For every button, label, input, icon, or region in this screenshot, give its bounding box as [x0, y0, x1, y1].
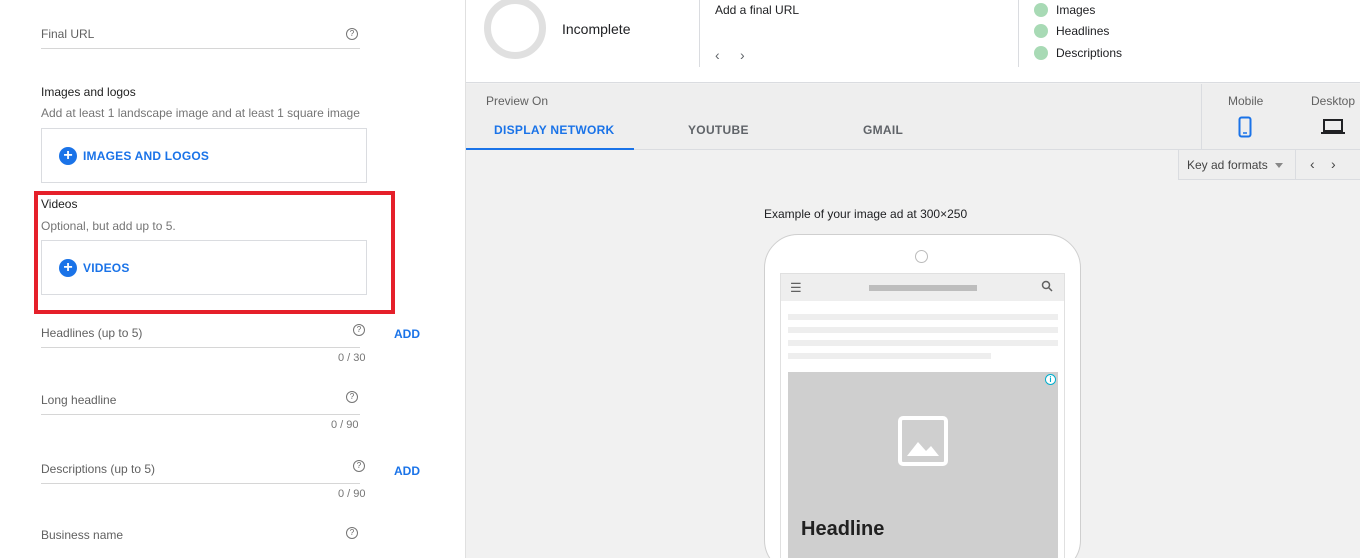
images-section-subtitle: Add at least 1 landscape image and at le…	[41, 106, 360, 120]
desktop-icon[interactable]	[1321, 119, 1345, 135]
headlines-field[interactable]: Headlines (up to 5) ?	[41, 324, 365, 348]
ad-form-panel: Final URL ? Images and logos Add at leas…	[0, 0, 466, 558]
preview-on-label: Preview On	[486, 94, 549, 108]
final-url-label: Final URL	[41, 27, 95, 41]
device-desktop-label: Desktop	[1311, 94, 1356, 108]
example-caption: Example of your image ad at 300×250	[764, 207, 968, 221]
plus-icon: +	[59, 147, 77, 165]
chevron-right-icon[interactable]: ›	[1331, 156, 1336, 172]
check-dot-icon	[1034, 46, 1048, 60]
ad-preview: i Headline	[788, 372, 1058, 558]
placeholder-line	[788, 327, 1058, 333]
help-icon[interactable]: ?	[353, 324, 365, 336]
final-url-field[interactable]: Final URL ?	[41, 27, 360, 49]
divider	[1018, 0, 1019, 67]
checklist-item: Descriptions	[1034, 46, 1122, 60]
descriptions-field[interactable]: Descriptions (up to 5) ?	[41, 460, 365, 484]
check-dot-icon	[1034, 3, 1048, 17]
headlines-counter: 0 / 30	[338, 352, 366, 364]
divider	[1295, 150, 1296, 180]
add-description-link[interactable]: ADD	[394, 464, 420, 478]
phone-screen: ☰ i Headline	[780, 273, 1065, 558]
business-name-label: Business name	[41, 528, 124, 542]
device-mobile-label: Mobile	[1228, 94, 1264, 108]
descriptions-counter: 0 / 90	[338, 488, 366, 500]
long-headline-label: Long headline	[41, 393, 117, 407]
image-placeholder-icon	[898, 416, 948, 466]
phone-camera	[915, 250, 928, 263]
add-images-button[interactable]: + IMAGES AND LOGOS	[59, 147, 209, 165]
checklist-item: Headlines	[1034, 24, 1109, 38]
ad-strength-ring	[484, 0, 546, 59]
check-dot-icon	[1034, 24, 1048, 38]
checklist-label: Headlines	[1056, 24, 1110, 38]
phone-mockup: ☰ i Headline	[764, 234, 1081, 558]
help-icon[interactable]: ?	[346, 527, 358, 539]
add-headline-link[interactable]: ADD	[394, 327, 420, 341]
tab-display-network[interactable]: DISPLAY NETWORK	[494, 123, 615, 137]
ad-strength-bar: Incomplete Add a final URL ‹ › Images He…	[466, 0, 1360, 83]
add-images-label: IMAGES AND LOGOS	[83, 149, 210, 163]
placeholder-line	[788, 353, 991, 359]
preview-panel: Incomplete Add a final URL ‹ › Images He…	[466, 0, 1360, 558]
chevron-left-icon[interactable]: ‹	[715, 47, 720, 63]
ad-format-selector[interactable]: Key ad formats ‹ ›	[1178, 150, 1360, 180]
tab-gmail[interactable]: GMAIL	[863, 123, 903, 137]
headlines-label: Headlines (up to 5)	[41, 326, 143, 340]
ad-strength-status: Incomplete	[562, 21, 631, 37]
search-icon	[1041, 280, 1053, 292]
descriptions-label: Descriptions (up to 5)	[41, 462, 156, 476]
long-headline-field[interactable]: Long headline ?	[41, 391, 360, 415]
mobile-icon[interactable]	[1238, 116, 1252, 138]
browser-bar: ☰	[781, 274, 1064, 301]
chevron-left-icon[interactable]: ‹	[1310, 156, 1315, 172]
chevron-right-icon[interactable]: ›	[740, 47, 745, 63]
active-tab-indicator	[466, 148, 634, 150]
placeholder-line	[788, 314, 1058, 320]
checklist-label: Descriptions	[1056, 46, 1123, 60]
images-add-box: + IMAGES AND LOGOS	[41, 128, 367, 183]
long-headline-counter: 0 / 90	[331, 419, 359, 431]
checklist-label: Images	[1056, 3, 1096, 17]
checklist-item: Images	[1034, 3, 1095, 17]
address-bar	[869, 285, 977, 291]
preview-tabs-bar: Preview On DISPLAY NETWORK YOUTUBE GMAIL…	[466, 84, 1360, 150]
tab-youtube[interactable]: YOUTUBE	[688, 123, 749, 137]
ad-headline: Headline	[801, 518, 885, 540]
business-name-field[interactable]: Business name ?	[41, 527, 360, 550]
format-select[interactable]: Key ad formats	[1187, 158, 1283, 172]
help-icon[interactable]: ?	[346, 28, 358, 40]
images-section-title: Images and logos	[41, 85, 136, 99]
help-icon[interactable]: ?	[353, 460, 365, 472]
help-icon[interactable]: ?	[346, 391, 358, 403]
divider	[1201, 84, 1202, 150]
ad-info-icon: i	[1045, 374, 1056, 385]
placeholder-line	[788, 340, 1058, 346]
divider	[699, 0, 700, 67]
menu-icon: ☰	[790, 280, 802, 295]
strength-message: Add a final URL	[715, 3, 800, 17]
videos-highlight-box	[34, 191, 395, 314]
